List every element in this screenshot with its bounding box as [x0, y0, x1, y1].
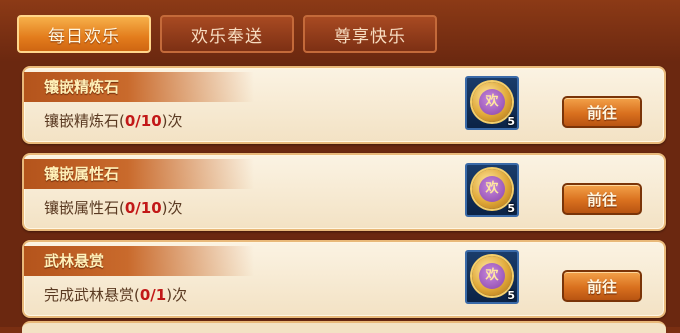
reward-slot[interactable]: 欢 5	[465, 250, 519, 304]
task-description: 镶嵌属性石(0/10)次	[44, 199, 183, 217]
reward-quantity: 5	[507, 289, 515, 302]
coin-icon: 欢	[472, 169, 512, 209]
task-title: 镶嵌精炼石	[44, 78, 120, 96]
task-description: 镶嵌精炼石(0/10)次	[44, 112, 183, 130]
task-card-inlay-attribute-stone: 镶嵌属性石 镶嵌属性石(0/10)次 欢 5 前往	[22, 153, 666, 231]
reward-slot[interactable]: 欢 5	[465, 76, 519, 130]
task-card-inlay-refine-stone: 镶嵌精炼石 镶嵌精炼石(0/10)次 欢 5 前往	[22, 66, 666, 144]
task-card-martial-bounty: 武林悬赏 完成武林悬赏(0/1)次 欢 5 前往	[22, 240, 666, 318]
task-description: 完成武林悬赏(0/1)次	[44, 286, 188, 304]
task-progress: 0/10	[124, 199, 162, 217]
tab-joy-gifts[interactable]: 欢乐奉送	[160, 15, 294, 53]
reward-quantity: 5	[507, 115, 515, 128]
go-button[interactable]: 前往	[562, 96, 642, 128]
coin-icon: 欢	[472, 82, 512, 122]
coin-icon: 欢	[472, 256, 512, 296]
go-button[interactable]: 前往	[562, 183, 642, 215]
task-progress: 0/10	[124, 112, 162, 130]
task-title: 镶嵌属性石	[44, 165, 120, 183]
tab-bar: 每日欢乐 欢乐奉送 尊享快乐	[0, 0, 680, 62]
reward-quantity: 5	[507, 202, 515, 215]
go-button[interactable]: 前往	[562, 270, 642, 302]
tab-premium-joy[interactable]: 尊享快乐	[303, 15, 437, 53]
next-card-edge	[22, 321, 666, 333]
task-title: 武林悬赏	[44, 252, 105, 270]
reward-slot[interactable]: 欢 5	[465, 163, 519, 217]
tab-daily-joy[interactable]: 每日欢乐	[17, 15, 151, 53]
task-progress: 0/1	[139, 286, 167, 304]
